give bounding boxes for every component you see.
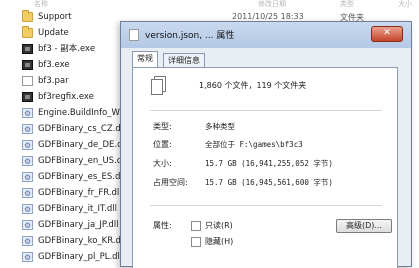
file-row[interactable]: GDFBinary_pl_PL.dll bbox=[22, 249, 132, 266]
file-name: Support bbox=[38, 12, 72, 22]
file-name: GDFBinary_es_ES.dl bbox=[38, 172, 123, 182]
exe-icon bbox=[22, 44, 33, 54]
advanced-button[interactable]: 高级(D)... bbox=[336, 219, 392, 233]
folder-icon bbox=[22, 26, 33, 38]
file-name: GDFBinary_pl_PL.dll bbox=[38, 252, 123, 262]
dll-icon bbox=[22, 138, 33, 154]
divider bbox=[150, 110, 382, 111]
file-name: bf3regfix.exe bbox=[38, 92, 94, 102]
hidden-checkbox[interactable] bbox=[191, 237, 201, 247]
dll-icon bbox=[22, 122, 33, 138]
file-name: bf3.par bbox=[38, 76, 69, 86]
type-value: 多种类型 bbox=[205, 122, 235, 131]
file-name: GDFBinary_ko_KR.d bbox=[38, 236, 121, 246]
file-row[interactable]: Engine.BuildInfo_W bbox=[22, 105, 132, 122]
file-name: Update bbox=[38, 28, 69, 38]
file-row[interactable]: GDFBinary_cs_CZ.dll bbox=[22, 121, 132, 138]
tab-details[interactable]: 详细信息 bbox=[163, 53, 205, 67]
divider bbox=[150, 205, 382, 206]
column-type[interactable]: 类型 bbox=[340, 0, 354, 9]
readonly-checkbox[interactable] bbox=[191, 221, 201, 231]
file-name: GDFBinary_cs_CZ.dll bbox=[38, 124, 126, 134]
size-on-disk-value: 15.7 GB (16,945,561,600 字节) bbox=[205, 178, 333, 187]
column-name[interactable]: 名称 bbox=[34, 0, 48, 9]
column-header: 名称 修改日期 类型 大小 bbox=[0, 0, 419, 9]
attributes-label: 属性: bbox=[153, 221, 172, 230]
dll-icon bbox=[22, 234, 33, 250]
size-on-disk-label: 占用空间: bbox=[153, 178, 188, 187]
file-row[interactable]: Update bbox=[22, 25, 132, 41]
location-value: 全部位于 F:\games\bf3c3 bbox=[205, 140, 303, 149]
file-row[interactable]: Support bbox=[22, 9, 132, 25]
file-name: GDFBinary_it_IT.dll bbox=[38, 204, 118, 214]
file-row[interactable]: bf3regfix.exe bbox=[22, 89, 132, 105]
file-name: Engine.BuildInfo_W bbox=[38, 108, 120, 118]
file-row[interactable]: GDFBinary_de_DE.d bbox=[22, 137, 132, 154]
top-row-date: 2011/10/25 18:33 bbox=[232, 12, 304, 21]
folder-icon bbox=[22, 10, 33, 22]
file-row[interactable]: GDFBinary_ko_KR.d bbox=[22, 233, 132, 250]
readonly-label[interactable]: 只读(R) bbox=[205, 220, 233, 231]
general-panel: 1,860 个文件，119 个文件夹 类型: 多种类型 位置: 全部位于 F:\… bbox=[132, 67, 398, 268]
dll-icon bbox=[22, 186, 33, 202]
close-button[interactable]: ✕ bbox=[371, 26, 403, 42]
column-date[interactable]: 修改日期 bbox=[258, 0, 286, 9]
file-row[interactable]: GDFBinary_en_US.d bbox=[22, 153, 132, 170]
exe-icon bbox=[22, 92, 33, 102]
multiple-files-icon bbox=[151, 76, 166, 95]
dialog-title: version.json, ... 属性 bbox=[145, 31, 235, 41]
location-label: 位置: bbox=[153, 140, 172, 149]
file-row[interactable]: bf3 - 副本.exe bbox=[22, 41, 132, 57]
column-size[interactable]: 大小 bbox=[398, 0, 412, 9]
file-name: bf3 - 副本.exe bbox=[38, 44, 96, 54]
dll-icon bbox=[22, 218, 33, 234]
dll-icon bbox=[22, 106, 33, 122]
dll-icon bbox=[22, 202, 33, 218]
document-icon bbox=[129, 29, 139, 41]
size-value: 15.7 GB (16,941,255,052 字节) bbox=[205, 159, 333, 168]
file-icon bbox=[22, 76, 33, 86]
file-name: GDFBinary_de_DE.d bbox=[38, 140, 123, 150]
file-row[interactable]: GDFBinary_ja_JP.dll bbox=[22, 217, 132, 234]
exe-icon bbox=[22, 60, 33, 70]
file-count-summary: 1,860 个文件，119 个文件夹 bbox=[199, 81, 307, 90]
file-row[interactable]: bf3.exe bbox=[22, 57, 132, 73]
file-name: GDFBinary_en_US.d bbox=[38, 156, 123, 166]
file-name: GDFBinary_fr_FR.dll bbox=[38, 188, 122, 198]
tab-general[interactable]: 常规 bbox=[132, 51, 158, 68]
size-label: 大小: bbox=[153, 159, 172, 168]
dialog-titlebar[interactable]: version.json, ... 属性 ✕ bbox=[121, 22, 411, 48]
file-name: GDFBinary_ja_JP.dll bbox=[38, 220, 119, 230]
top-row-meta: 2011/10/25 18:33 bbox=[232, 12, 304, 21]
dll-icon bbox=[22, 170, 33, 186]
file-row[interactable]: GDFBinary_it_IT.dll bbox=[22, 201, 132, 218]
file-row[interactable]: GDFBinary_fr_FR.dll bbox=[22, 185, 132, 202]
file-row[interactable]: GDFBinary_es_ES.dl bbox=[22, 169, 132, 186]
hidden-label[interactable]: 隐藏(H) bbox=[205, 236, 233, 247]
file-row[interactable]: bf3.par bbox=[22, 73, 132, 89]
file-name: bf3.exe bbox=[38, 60, 70, 70]
properties-dialog: version.json, ... 属性 ✕ 常规 详细信息 1,860 个文件… bbox=[120, 21, 412, 268]
dll-icon bbox=[22, 250, 33, 266]
dll-icon bbox=[22, 154, 33, 170]
type-label: 类型: bbox=[153, 122, 172, 131]
